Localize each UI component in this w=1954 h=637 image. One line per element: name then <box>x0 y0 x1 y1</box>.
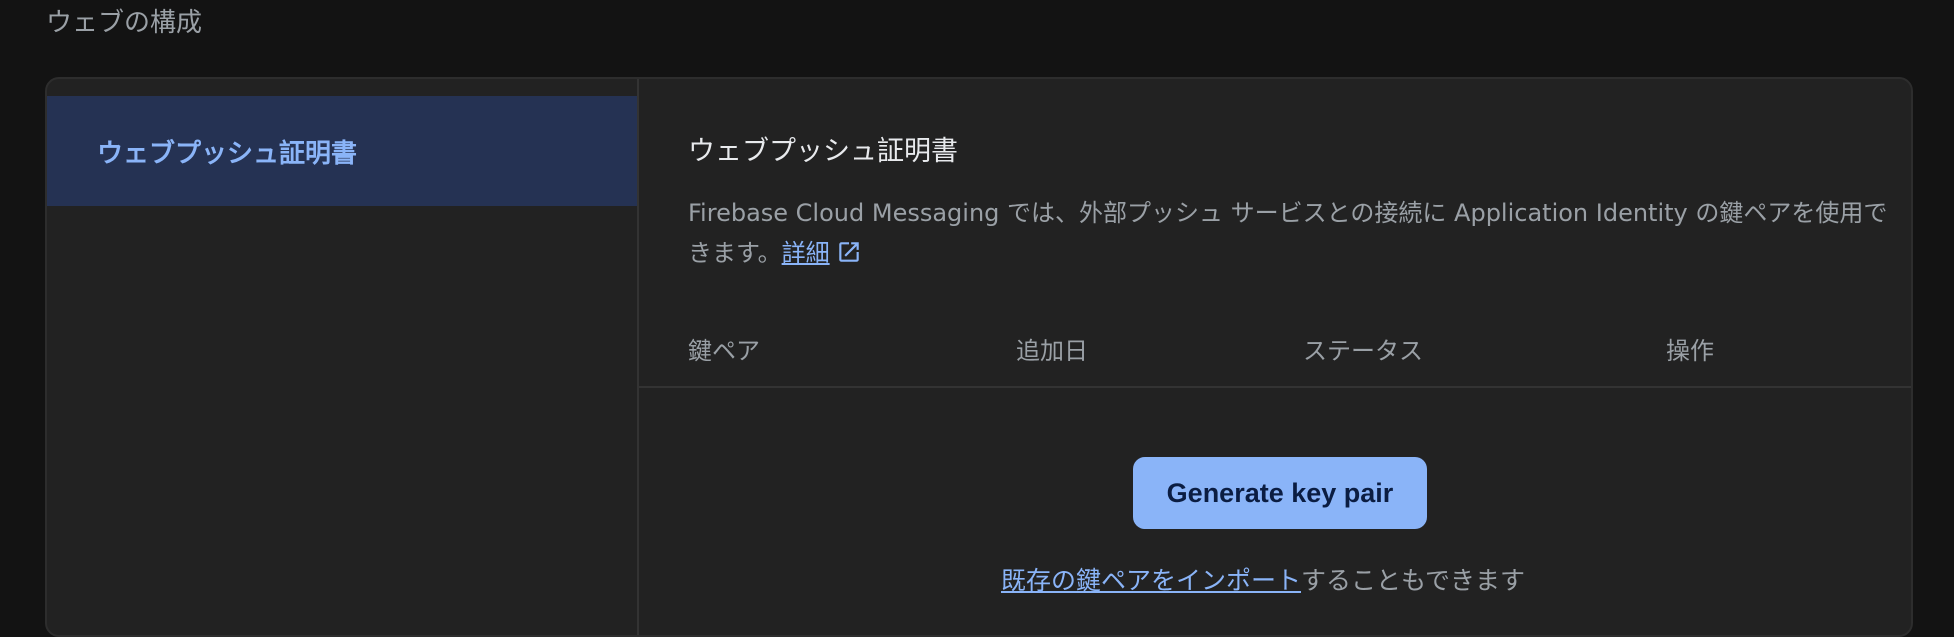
sidebar-item-label: ウェブプッシュ証明書 <box>97 138 358 169</box>
sidebar-item-web-push-certificates[interactable]: ウェブプッシュ証明書 <box>47 96 637 206</box>
description: Firebase Cloud Messaging では、外部プッシュ サービスと… <box>688 193 1888 277</box>
sidebar: ウェブプッシュ証明書 <box>47 79 639 635</box>
open-in-new-icon[interactable] <box>836 237 862 277</box>
section-title: ウェブプッシュ証明書 <box>688 136 958 167</box>
import-line: 既存の鍵ペアをインポートすることもできます <box>639 561 1911 597</box>
learn-more-link[interactable]: 詳細 <box>782 239 830 267</box>
web-push-card: ウェブプッシュ証明書 ウェブプッシュ証明書 Firebase Cloud Mes… <box>45 77 1913 637</box>
page-heading: ウェブの構成 <box>46 8 203 38</box>
content-panel: ウェブプッシュ証明書 Firebase Cloud Messaging では、外… <box>639 79 1911 635</box>
column-header-actions: 操作 <box>1666 337 1714 365</box>
description-text: Firebase Cloud Messaging では、外部プッシュ サービスと… <box>688 199 1888 267</box>
import-suffix-text: することもできます <box>1301 566 1526 595</box>
import-key-pair-link[interactable]: 既存の鍵ペアをインポート <box>1001 566 1301 595</box>
column-header-added-date: 追加日 <box>1016 337 1088 365</box>
column-header-keypair: 鍵ペア <box>688 337 760 365</box>
keypair-table-header: 鍵ペア 追加日 ステータス 操作 <box>639 331 1911 388</box>
column-header-status: ステータス <box>1303 337 1423 365</box>
generate-key-pair-button[interactable]: Generate key pair <box>1133 457 1427 529</box>
